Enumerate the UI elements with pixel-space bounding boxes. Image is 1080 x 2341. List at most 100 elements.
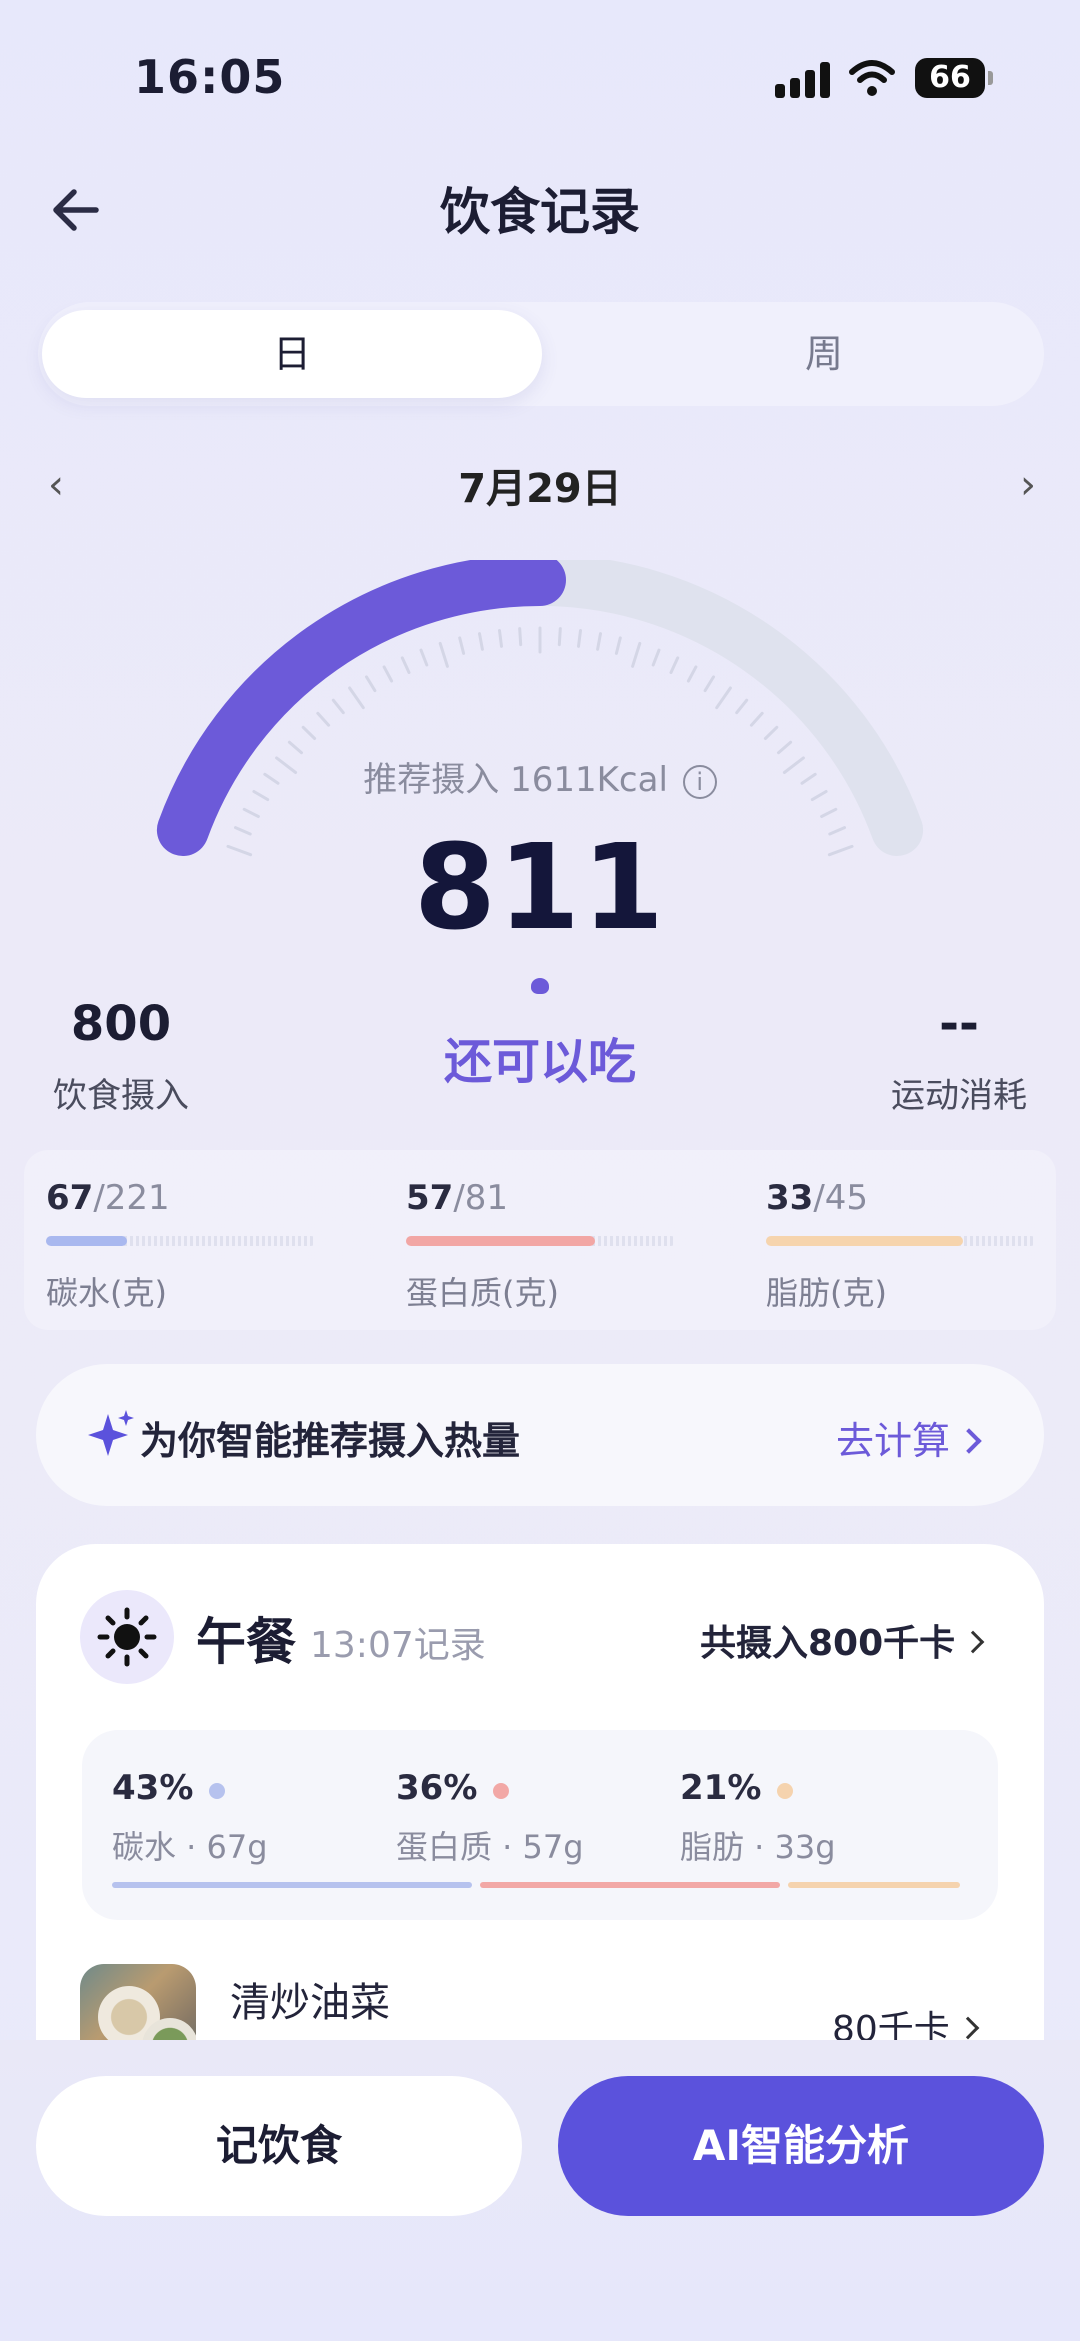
gauge-tick: [557, 627, 562, 647]
gauge-tick: [820, 807, 838, 818]
gauge-tick: [596, 632, 602, 651]
date-label: 7月29日: [458, 466, 622, 512]
gauge-tick: [478, 632, 484, 651]
sun-icon: [80, 1590, 174, 1684]
breakdown-pct: 43%: [112, 1768, 194, 1808]
breakdown-fat: 21% 脂肪 · 33g: [680, 1768, 836, 1868]
gauge-tick: [331, 698, 345, 715]
gauge-tick: [686, 665, 698, 683]
gauge-tick: [382, 665, 394, 683]
breakdown-pct: 36%: [396, 1768, 478, 1808]
battery-icon: 66: [915, 58, 993, 98]
bottom-action-bar: 记饮食 AI智能分析: [0, 2040, 1080, 2341]
exercise-value: --: [939, 996, 979, 1052]
fat-dot: [777, 1782, 794, 1799]
gauge-tick: [577, 629, 582, 648]
breakdown-bar-fat: [788, 1882, 960, 1888]
period-segment: 日 周: [38, 302, 1044, 406]
gauge-tick: [715, 686, 732, 710]
gauge-tick: [438, 641, 449, 668]
page-title: 饮食记录: [440, 183, 640, 241]
macro-bar: [766, 1236, 1036, 1246]
macro-bar-fill: [46, 1236, 127, 1246]
macro-bar-fill: [766, 1236, 964, 1246]
breakdown-bar-protein: [480, 1882, 781, 1888]
gauge-tick: [518, 627, 523, 647]
gauge-tick: [498, 629, 503, 648]
breakdown-bar-carbs: [112, 1882, 473, 1888]
macro-label: 脂肪(克): [766, 1274, 887, 1312]
breakdown-label: 脂肪 · 33g: [680, 1828, 836, 1866]
gauge-tick: [703, 675, 715, 693]
gauge-tick: [365, 675, 377, 693]
meal-title: 午餐: [196, 1613, 296, 1671]
macro-summary: 67/221 碳水(克) 57/81 蛋白质(克) 33/45 脂肪(克): [24, 1150, 1056, 1330]
macro-bar: [46, 1236, 316, 1246]
food-name[interactable]: 清炒油菜: [230, 1970, 390, 2028]
gauge-tick: [419, 648, 429, 667]
protein-dot: [493, 1782, 510, 1799]
gauge-tick: [301, 725, 317, 740]
gauge-tick: [651, 648, 661, 667]
macro-label: 碳水(克): [46, 1274, 167, 1312]
gauge-tick: [458, 636, 466, 655]
meal-time: 13:07记录: [310, 1625, 486, 1666]
recommend-text: 为你智能推荐摄入热量: [140, 1419, 521, 1463]
macro-value: 33: [766, 1178, 814, 1218]
intake-value: 800: [70, 996, 172, 1052]
meal-total-label: 共摄入800千卡: [700, 1623, 956, 1664]
macro-carbs: 67/221 碳水(克): [46, 1178, 316, 1314]
record-meal-button[interactable]: 记饮食: [36, 2076, 522, 2216]
tab-day[interactable]: 日: [42, 310, 542, 398]
remaining-calories-value: 811: [413, 818, 667, 956]
exercise-label: 运动消耗: [891, 1076, 1027, 1116]
ai-analysis-button[interactable]: AI智能分析: [558, 2076, 1044, 2216]
gauge-tick: [242, 807, 260, 818]
gauge-tick: [735, 698, 749, 715]
breakdown-carbs: 43% 碳水 · 67g: [112, 1768, 268, 1868]
wifi-icon: [849, 60, 895, 96]
breakdown-protein: 36% 蛋白质 · 57g: [396, 1768, 584, 1868]
carbs-dot: [209, 1782, 226, 1799]
calculate-link-label: 去计算: [836, 1419, 951, 1463]
calculate-link[interactable]: 去计算: [836, 1410, 982, 1465]
breakdown-label: 碳水 · 67g: [112, 1828, 268, 1866]
macro-total: /81: [453, 1178, 509, 1218]
gauge-pointer: [531, 978, 549, 994]
gauge-tick: [316, 711, 331, 727]
breakdown-label: 蛋白质 · 57g: [396, 1828, 584, 1866]
macro-bar-fill: [406, 1236, 595, 1246]
recommended-intake: 推荐摄入 1611Kcal i: [0, 752, 1080, 801]
macro-protein: 57/81 蛋白质(克): [406, 1178, 676, 1314]
macro-label: 蛋白质(克): [406, 1274, 559, 1312]
macro-value: 57: [406, 1178, 454, 1218]
meal-total-link[interactable]: 共摄入800千卡: [700, 1614, 985, 1666]
breakdown-pct: 21%: [680, 1768, 762, 1808]
gauge-tick: [614, 636, 622, 655]
cellular-signal-icon: [775, 62, 831, 98]
tab-week[interactable]: 周: [574, 310, 1074, 398]
macro-total: /221: [93, 1178, 170, 1218]
gauge-tick: [669, 656, 680, 674]
macro-bar: [406, 1236, 676, 1246]
macro-value: 67: [46, 1178, 94, 1218]
status-bar: 16:05 66: [0, 0, 1080, 160]
sparkle-icon: [88, 1410, 134, 1456]
intake-label: 饮食摄入: [53, 1076, 189, 1116]
chevron-right-icon: [956, 1427, 982, 1454]
gauge-tick: [631, 641, 642, 668]
gauge-tick: [763, 725, 779, 740]
gauge-tick: [400, 656, 411, 674]
info-icon[interactable]: i: [682, 764, 717, 799]
smart-recommend-card[interactable]: 为你智能推荐摄入热量 去计算: [36, 1364, 1044, 1506]
next-date-button[interactable]: ›: [1008, 462, 1048, 508]
macro-fat: 33/45 脂肪(克): [766, 1178, 1036, 1314]
gauge-tick: [749, 711, 764, 727]
chevron-right-icon: [956, 2016, 980, 2040]
recommended-intake-label: 推荐摄入 1611Kcal: [363, 760, 668, 800]
meal-macro-breakdown: 43% 碳水 · 67g 36% 蛋白质 · 57g 21% 脂肪 · 33g: [82, 1730, 998, 1920]
chevron-right-icon: [961, 1630, 985, 1654]
status-time: 16:05: [134, 50, 286, 104]
macro-total: /45: [813, 1178, 869, 1218]
gauge-tick: [348, 686, 365, 710]
